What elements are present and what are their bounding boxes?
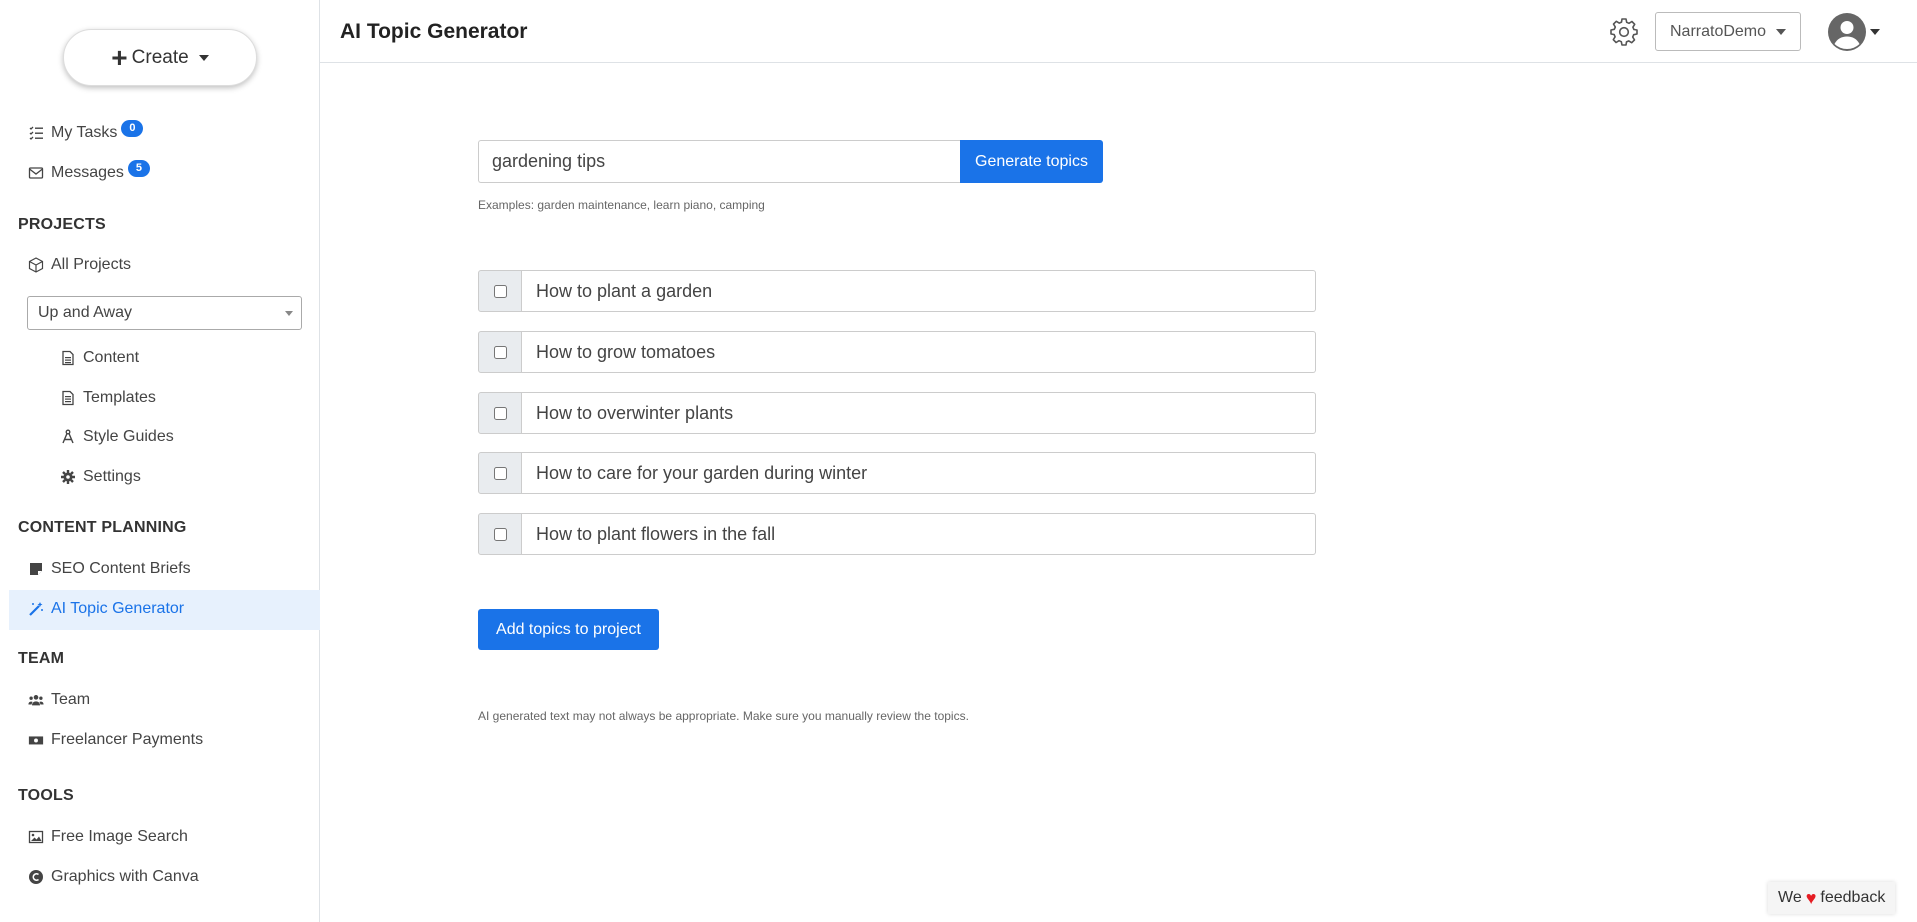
style-guides-label: Style Guides xyxy=(83,428,174,445)
sidebar-item-my-tasks[interactable]: My Tasks 0 xyxy=(27,119,144,142)
tasks-list-icon xyxy=(27,124,45,142)
examples-hint: Examples: garden maintenance, learn pian… xyxy=(478,198,765,212)
templates-label: Templates xyxy=(83,389,156,406)
topic-input[interactable] xyxy=(522,331,1316,373)
topic-input[interactable] xyxy=(522,452,1316,494)
heart-icon: ♥ xyxy=(1805,887,1817,908)
topic-input[interactable] xyxy=(522,392,1316,434)
freelancer-payments-label: Freelancer Payments xyxy=(51,731,204,748)
topic-row xyxy=(478,452,1316,494)
topic-checkbox-wrap xyxy=(478,331,522,373)
sticky-note-icon xyxy=(27,560,45,578)
my-tasks-label: My Tasks xyxy=(51,124,118,141)
add-topics-button[interactable]: Add topics to project xyxy=(478,609,659,650)
create-button[interactable]: + Create xyxy=(63,29,257,86)
topic-input[interactable] xyxy=(522,513,1316,555)
sidebar-item-all-projects[interactable]: All Projects xyxy=(27,256,131,274)
project-select-value: Up and Away xyxy=(38,304,132,321)
caret-down-icon xyxy=(198,54,209,61)
messages-label: Messages xyxy=(51,164,124,181)
create-menu: + Create xyxy=(63,29,257,86)
topic-row xyxy=(478,331,1316,373)
settings-gear-button[interactable] xyxy=(1608,16,1640,48)
topic-input[interactable] xyxy=(522,270,1316,312)
gear-outline-icon xyxy=(1610,18,1638,46)
avatar-icon xyxy=(1828,13,1866,51)
sidebar-item-ai-topic-generator[interactable]: AI Topic Generator xyxy=(27,600,184,618)
compass-drafting-icon xyxy=(59,428,77,446)
money-bill-icon xyxy=(27,731,45,749)
topic-row xyxy=(478,513,1316,555)
seo-briefs-label: SEO Content Briefs xyxy=(51,560,191,577)
select-caret-icon xyxy=(285,311,293,316)
image-icon xyxy=(27,828,45,846)
sidebar-item-templates[interactable]: Templates xyxy=(59,389,156,407)
tools-heading: TOOLS xyxy=(18,787,74,804)
ai-topic-generator-label: AI Topic Generator xyxy=(51,600,185,617)
feedback-post: feedback xyxy=(1820,889,1886,906)
cube-icon xyxy=(27,256,45,274)
graphics-canva-label: Graphics with Canva xyxy=(51,868,199,885)
messages-count-badge: 5 xyxy=(127,159,150,177)
sidebar: + Create My Tasks 0 Messages 5 PROJECTS … xyxy=(0,0,320,922)
account-dropdown[interactable]: NarratoDemo xyxy=(1655,12,1801,51)
sidebar-item-settings[interactable]: Settings xyxy=(59,468,141,486)
all-projects-label: All Projects xyxy=(51,256,132,273)
user-menu[interactable] xyxy=(1828,13,1880,51)
top-header: AI Topic Generator NarratoDemo xyxy=(320,0,1917,63)
users-icon xyxy=(27,691,45,709)
sidebar-item-style-guides[interactable]: Style Guides xyxy=(59,428,174,446)
topic-keyword-input[interactable] xyxy=(478,140,961,183)
account-name: NarratoDemo xyxy=(1670,22,1767,40)
team-label: Team xyxy=(51,691,91,708)
topic-checkbox-wrap xyxy=(478,270,522,312)
topic-checkbox[interactable] xyxy=(493,406,507,420)
topic-checkbox[interactable] xyxy=(493,466,507,480)
topic-checkbox[interactable] xyxy=(493,345,507,359)
projects-heading: PROJECTS xyxy=(18,216,106,233)
sidebar-item-graphics-canva[interactable]: Graphics with Canva xyxy=(27,868,199,886)
feedback-button[interactable]: We ♥ feedback xyxy=(1768,882,1896,914)
tasks-count-badge: 0 xyxy=(121,119,144,137)
free-image-search-label: Free Image Search xyxy=(51,828,188,845)
team-heading: TEAM xyxy=(18,650,65,667)
topic-checkbox-wrap xyxy=(478,452,522,494)
sidebar-item-team[interactable]: Team xyxy=(27,691,90,709)
gear-icon xyxy=(59,468,77,486)
topic-checkbox[interactable] xyxy=(493,284,507,298)
page-title: AI Topic Generator xyxy=(340,20,528,43)
caret-down-icon xyxy=(1776,28,1787,35)
feedback-pre: We xyxy=(1778,889,1802,906)
file-text-icon xyxy=(59,349,77,367)
topic-row xyxy=(478,392,1316,434)
content-label: Content xyxy=(83,349,140,366)
ai-disclaimer: AI generated text may not always be appr… xyxy=(478,709,969,723)
canva-icon xyxy=(27,868,45,886)
magic-wand-icon xyxy=(27,600,45,618)
topic-checkbox-wrap xyxy=(478,392,522,434)
sidebar-item-seo-briefs[interactable]: SEO Content Briefs xyxy=(27,560,191,578)
topic-checkbox[interactable] xyxy=(493,527,507,541)
sidebar-item-freelancer-payments[interactable]: Freelancer Payments xyxy=(27,731,203,749)
topic-checkbox-wrap xyxy=(478,513,522,555)
plus-icon: + xyxy=(111,41,128,73)
topic-row xyxy=(478,270,1316,312)
sidebar-item-messages[interactable]: Messages 5 xyxy=(27,159,150,182)
template-file-icon xyxy=(59,389,77,407)
sidebar-item-content[interactable]: Content xyxy=(59,349,139,367)
generate-topics-button[interactable]: Generate topics xyxy=(960,140,1103,183)
settings-label: Settings xyxy=(83,468,141,485)
content-planning-heading: CONTENT PLANNING xyxy=(18,519,187,536)
caret-down-icon xyxy=(1870,29,1880,35)
sidebar-item-free-image-search[interactable]: Free Image Search xyxy=(27,828,188,846)
create-label: Create xyxy=(131,46,189,68)
envelope-icon xyxy=(27,164,45,182)
project-select[interactable]: Up and Away xyxy=(27,296,302,330)
